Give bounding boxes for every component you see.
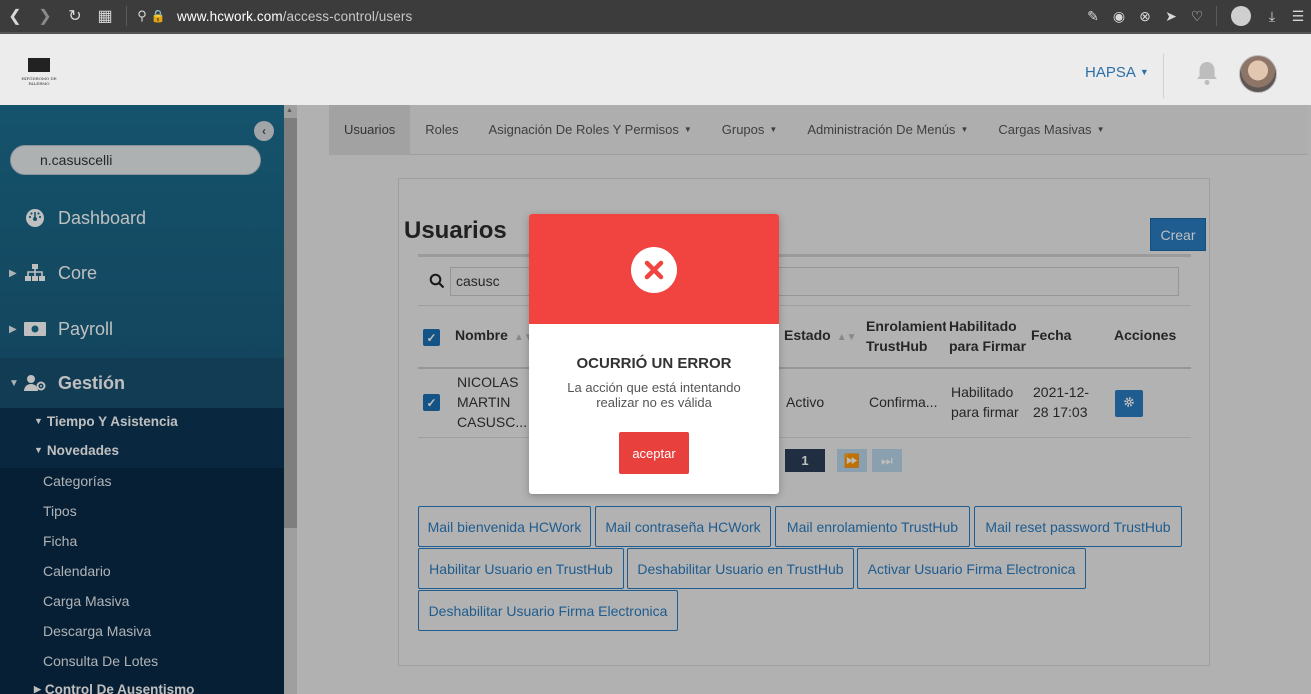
- heart-icon[interactable]: ♡: [1184, 1, 1210, 31]
- app-header: HIPÓDROMO DE PALERMO HAPSA ▼: [0, 32, 1311, 105]
- menu-icon[interactable]: ☰: [1285, 1, 1311, 31]
- company-name: HAPSA: [1085, 64, 1136, 81]
- header-divider: [1163, 54, 1164, 98]
- tabs-grid-icon[interactable]: ▦: [90, 1, 120, 31]
- error-message-line: realizar no es válida: [596, 395, 712, 410]
- back-icon[interactable]: ❮: [0, 1, 30, 31]
- camera-icon[interactable]: ◉: [1106, 1, 1132, 31]
- error-dialog: OCURRIÓ UN ERROR La acción que está inte…: [529, 214, 779, 494]
- download-icon[interactable]: ⤓: [1259, 1, 1285, 31]
- send-icon[interactable]: ➤: [1158, 1, 1184, 31]
- company-logo[interactable]: HIPÓDROMO DE PALERMO: [20, 58, 58, 92]
- browser-actions: ✎ ◉ ⊗ ➤ ♡ ⤓ ☰: [1080, 0, 1311, 32]
- address-bar[interactable]: www.hcwork.com/access-control/users: [177, 9, 412, 24]
- user-avatar[interactable]: [1239, 55, 1277, 93]
- browser-profile-icon[interactable]: [1231, 6, 1251, 26]
- error-message-line: La acción que está intentando: [567, 380, 741, 395]
- error-title: OCURRIÓ UN ERROR: [576, 355, 732, 372]
- forward-icon[interactable]: ❯: [30, 1, 60, 31]
- error-message: La acción que está intentando realizar n…: [549, 380, 759, 410]
- bell-icon[interactable]: [1194, 60, 1220, 86]
- app-root: ❮ ❯ ↻ ▦ ⚲ 🔒 www.hcwork.com/access-contro…: [0, 0, 1311, 694]
- toolbar-divider: [1216, 6, 1217, 26]
- url-path: /access-control/users: [282, 8, 413, 24]
- reload-icon[interactable]: ↻: [60, 1, 90, 31]
- url-domain: www.hcwork.com: [177, 8, 283, 24]
- toolbar-divider: [126, 6, 127, 26]
- company-selector[interactable]: HAPSA ▼: [1085, 64, 1149, 81]
- logo-text: HIPÓDROMO DE PALERMO: [21, 76, 57, 86]
- accept-button[interactable]: aceptar: [619, 432, 689, 474]
- edit-icon[interactable]: ✎: [1080, 1, 1106, 31]
- error-circle-icon: [631, 247, 677, 293]
- logo-mark: [28, 58, 50, 72]
- caret-down-icon: ▼: [1139, 67, 1149, 77]
- block-icon[interactable]: ⊗: [1132, 1, 1158, 31]
- site-info-icon[interactable]: ⚲: [133, 1, 151, 31]
- lock-icon: 🔒: [150, 9, 166, 23]
- browser-toolbar: ❮ ❯ ↻ ▦ ⚲ 🔒 www.hcwork.com/access-contro…: [0, 0, 1311, 32]
